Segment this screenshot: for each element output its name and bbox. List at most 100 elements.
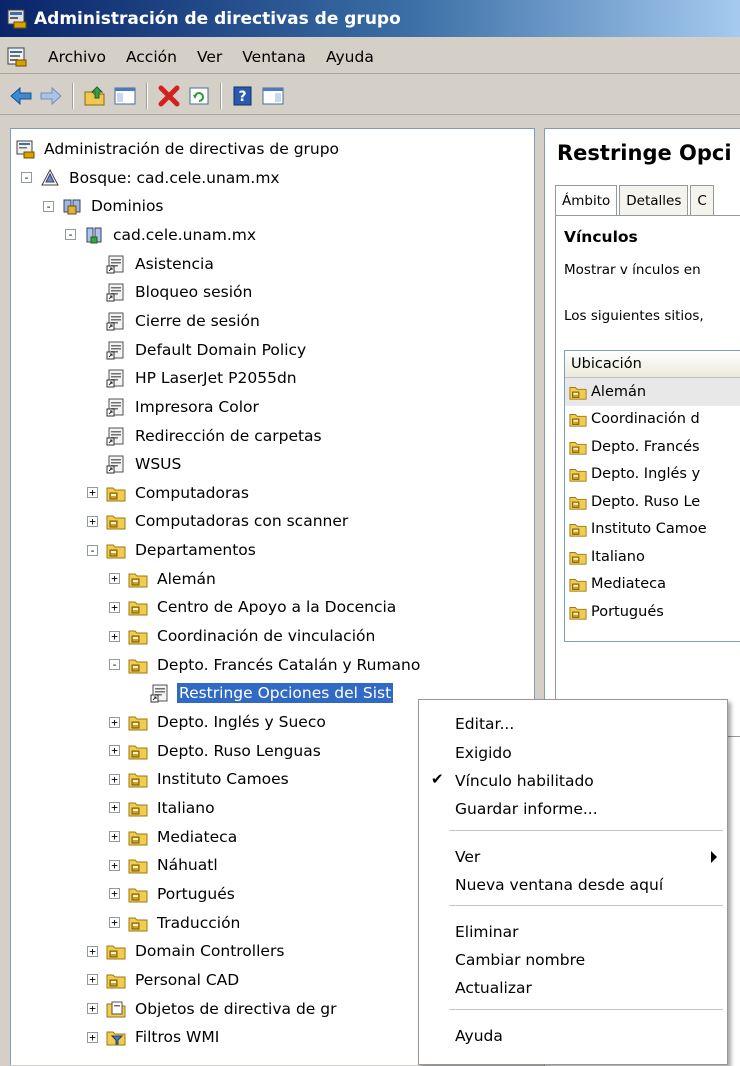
expand-toggle[interactable]: +: [87, 1031, 98, 1043]
expand-toggle[interactable]: +: [109, 802, 120, 814]
tree-node-label[interactable]: HP LaserJet P2055dn: [133, 368, 299, 388]
tree-node-label[interactable]: Computadoras con scanner: [133, 511, 350, 531]
tree-node[interactable]: + Computadoras: [87, 479, 251, 507]
link-location-row[interactable]: Alemán: [565, 378, 740, 406]
context-menu-item[interactable]: Guardar informe...: [419, 795, 727, 823]
collapse-toggle[interactable]: -: [21, 172, 32, 184]
tree-node-label[interactable]: Italiano: [155, 798, 217, 818]
link-location-row[interactable]: Depto. Ruso Le: [565, 488, 740, 516]
expand-toggle[interactable]: +: [87, 974, 98, 986]
tree-node-label[interactable]: Bloqueo sesión: [133, 282, 254, 302]
tree-node[interactable]: Impresora Color: [87, 393, 261, 421]
tree-node[interactable]: - Depto. Francés Catalán y Rumano: [109, 651, 422, 679]
link-location-row[interactable]: Coordinación d: [565, 406, 740, 434]
tree-node[interactable]: + Depto. Ruso Lenguas: [109, 737, 323, 765]
menu-ayuda[interactable]: Ayuda: [316, 48, 384, 66]
link-location-row[interactable]: Depto. Inglés y: [565, 461, 740, 489]
tree-node-label[interactable]: Redirección de carpetas: [133, 426, 324, 446]
context-menu-item[interactable]: Ver: [419, 843, 727, 871]
tree-node[interactable]: - cad.cele.unam.mx: [65, 221, 258, 249]
tree-node-label[interactable]: cad.cele.unam.mx: [111, 225, 258, 245]
help-button[interactable]: ?: [228, 82, 258, 110]
tree-node-label[interactable]: Computadoras: [133, 483, 251, 503]
tree-node-label[interactable]: Centro de Apoyo a la Docencia: [155, 597, 398, 617]
tree-node[interactable]: Administración de directivas de grupo: [15, 135, 341, 163]
tree-node-label[interactable]: Náhuatl: [155, 855, 220, 875]
tree-node-label[interactable]: Cierre de sesión: [133, 311, 262, 331]
expand-toggle[interactable]: +: [109, 917, 120, 929]
menu-ver[interactable]: Ver: [187, 48, 232, 66]
expand-toggle[interactable]: +: [87, 945, 98, 957]
tree-node[interactable]: + Filtros WMI: [87, 1023, 221, 1051]
tree-node-label[interactable]: Depto. Ruso Lenguas: [155, 741, 323, 761]
tree-node[interactable]: + Coordinación de vinculación: [109, 622, 377, 650]
context-menu-item[interactable]: Cambiar nombre: [419, 946, 727, 974]
tree-node[interactable]: + Computadoras con scanner: [87, 507, 350, 535]
tree-node-label[interactable]: Departamentos: [133, 540, 258, 560]
tree-node-label[interactable]: WSUS: [133, 454, 183, 474]
link-location-row[interactable]: Instituto Camoe: [565, 516, 740, 544]
tree-node-label[interactable]: Alemán: [155, 569, 218, 589]
tree-node[interactable]: Redirección de carpetas: [87, 422, 324, 450]
tree-node[interactable]: + Centro de Apoyo a la Docencia: [109, 593, 398, 621]
context-menu-item[interactable]: ✔ Vínculo habilitado: [419, 767, 727, 795]
context-menu-item[interactable]: Editar...: [419, 710, 727, 738]
collapse-toggle[interactable]: -: [43, 200, 54, 212]
refresh-button[interactable]: [184, 82, 214, 110]
expand-toggle[interactable]: +: [109, 745, 120, 757]
tree-node-label[interactable]: Depto. Inglés y Sueco: [155, 712, 328, 732]
expand-toggle[interactable]: +: [109, 831, 120, 843]
tree-node[interactable]: + Objetos de directiva de gr: [87, 995, 338, 1023]
tree-node[interactable]: Default Domain Policy: [87, 336, 308, 364]
tree-node-label[interactable]: Depto. Francés Catalán y Rumano: [155, 655, 422, 675]
tree-node-label[interactable]: Asistencia: [133, 254, 216, 274]
expand-toggle[interactable]: +: [109, 573, 120, 585]
tree-node-label[interactable]: Default Domain Policy: [133, 340, 308, 360]
context-menu-item[interactable]: Nueva ventana desde aquí: [419, 871, 727, 899]
tree-node-label[interactable]: Administración de directivas de grupo: [42, 139, 341, 159]
context-menu-item[interactable]: Ayuda: [419, 1022, 727, 1050]
tree-node[interactable]: + Alemán: [109, 565, 218, 593]
back-button[interactable]: [6, 82, 36, 110]
menu-accion[interactable]: Acción: [116, 48, 187, 66]
console-doc-icon[interactable]: [6, 46, 28, 68]
tree-node[interactable]: - Bosque: cad.cele.unam.mx: [21, 164, 282, 192]
link-location-row[interactable]: Mediateca: [565, 571, 740, 599]
delete-button[interactable]: [154, 82, 184, 110]
link-location-row[interactable]: Italiano: [565, 543, 740, 571]
up-folder-button[interactable]: [80, 82, 110, 110]
tree-node[interactable]: Asistencia: [87, 250, 216, 278]
tab-configuracion[interactable]: C: [690, 185, 714, 216]
collapse-toggle[interactable]: -: [87, 544, 98, 556]
tree-node[interactable]: Restringe Opciones del Sist: [131, 679, 394, 707]
link-location-row[interactable]: Depto. Francés: [565, 433, 740, 461]
tree-node-label[interactable]: Personal CAD: [133, 970, 241, 990]
tab-ambito[interactable]: Ámbito: [555, 185, 618, 216]
show-hide-tree-button[interactable]: [110, 82, 140, 110]
tree-node-label[interactable]: Objetos de directiva de gr: [133, 999, 338, 1019]
tree-node[interactable]: HP LaserJet P2055dn: [87, 364, 299, 392]
tree-node[interactable]: + Náhuatl: [109, 851, 220, 879]
menu-archivo[interactable]: Archivo: [38, 48, 116, 66]
tree-node[interactable]: Bloqueo sesión: [87, 278, 254, 306]
tree-node-label[interactable]: Domain Controllers: [133, 941, 286, 961]
tree-node[interactable]: Cierre de sesión: [87, 307, 262, 335]
tree-node[interactable]: + Depto. Inglés y Sueco: [109, 708, 328, 736]
tree-node[interactable]: + Traducción: [109, 909, 242, 937]
tree-node[interactable]: WSUS: [87, 450, 183, 478]
expand-toggle[interactable]: +: [109, 773, 120, 785]
collapse-toggle[interactable]: -: [109, 659, 120, 671]
menu-ventana[interactable]: Ventana: [232, 48, 316, 66]
tree-node-label[interactable]: Bosque: cad.cele.unam.mx: [67, 168, 282, 188]
tree-node-label[interactable]: Coordinación de vinculación: [155, 626, 377, 646]
tree-node[interactable]: - Dominios: [43, 192, 166, 220]
context-menu-item[interactable]: Exigido: [419, 739, 727, 767]
expand-toggle[interactable]: +: [87, 515, 98, 527]
context-menu-item[interactable]: Actualizar: [419, 974, 727, 1002]
expand-toggle[interactable]: +: [109, 601, 120, 613]
forward-button[interactable]: [36, 82, 66, 110]
expand-toggle[interactable]: +: [109, 859, 120, 871]
expand-toggle[interactable]: +: [109, 888, 120, 900]
tree-node-label[interactable]: Traducción: [155, 913, 242, 933]
column-header-ubicacion[interactable]: Ubicación: [565, 351, 740, 378]
